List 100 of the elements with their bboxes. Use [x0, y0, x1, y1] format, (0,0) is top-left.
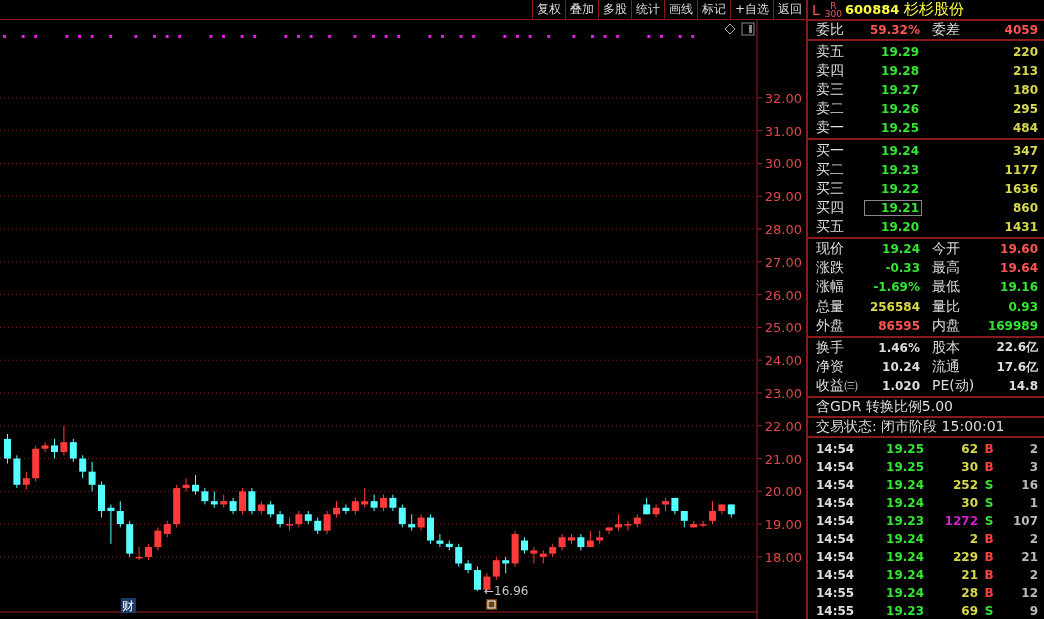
trade-volume: 62 [960, 442, 978, 457]
field-value: 59.32% [869, 23, 920, 37]
gdr-note: 含GDR 转换比例5.00 [816, 398, 953, 417]
candlestick [652, 503, 660, 519]
trade-time: 14:54 [816, 568, 856, 583]
finance-badge[interactable]: 财 [121, 598, 136, 613]
ask-volume: 295 [1011, 101, 1038, 116]
trade-side: B [983, 460, 995, 475]
trade-price: 19.24 [885, 532, 924, 547]
field-value: -0.33 [884, 261, 920, 276]
field-label: 内盘 [931, 317, 961, 336]
trade-volume: 252 [951, 478, 978, 493]
index-number: 300 [824, 9, 842, 18]
field-value: 4059 [1003, 23, 1038, 37]
bid-price[interactable]: 19.22 [864, 180, 922, 197]
ask-label: 卖一 [816, 118, 845, 137]
ask-price: 19.29 [880, 43, 920, 60]
price-axis-label: 30.00 [764, 156, 802, 172]
field-label: 现价 [816, 239, 845, 258]
field-label: 委比 [816, 21, 845, 39]
trade-side: B [983, 568, 995, 583]
trade-price: 19.24 [885, 568, 924, 583]
trade-time: 14:54 [816, 550, 856, 565]
trade-count: 3 [1028, 460, 1038, 475]
trade-time: 14:54 [816, 496, 856, 511]
field-label: 涨幅 [816, 278, 845, 297]
trade-price: 19.25 [885, 460, 924, 475]
trade-count: 16 [1020, 478, 1038, 493]
field-label: 今开 [931, 239, 961, 258]
trade-time: 14:54 [816, 460, 856, 475]
bid-volume: 1431 [1003, 219, 1038, 234]
trade-side: S [983, 604, 995, 619]
candlestick [323, 510, 331, 535]
ask-volume: 180 [1011, 82, 1038, 97]
market-label: L [812, 1, 820, 18]
field-value: 0.93 [1007, 299, 1038, 314]
field-value: 1.020 [881, 379, 920, 394]
candlestick [41, 441, 49, 453]
ask-label: 卖二 [816, 99, 845, 118]
bid-label: 买四 [816, 198, 845, 217]
trade-time: 14:55 [816, 586, 856, 601]
ask-price: 19.28 [880, 62, 920, 79]
field-value: 19.24 [881, 241, 920, 256]
event-icon[interactable] [486, 599, 497, 610]
trade-time: 14:54 [816, 532, 856, 547]
trade-count: 9 [1028, 604, 1038, 619]
bid-volume: 860 [1011, 200, 1038, 215]
bid-label: 买三 [816, 179, 845, 198]
ask-label: 卖三 [816, 80, 845, 99]
price-axis-label: 32.00 [764, 90, 802, 106]
candlestick [699, 520, 707, 528]
bid-price[interactable]: 19.24 [864, 142, 922, 159]
trade-volume: 21 [960, 568, 978, 583]
price-axis-label: 27.00 [764, 254, 802, 270]
candlestick [51, 438, 58, 460]
trade-side: B [983, 442, 995, 457]
trade-volume: 1272 [943, 514, 978, 529]
trade-count: 107 [1011, 514, 1038, 529]
trade-count: 2 [1028, 568, 1038, 583]
trade-count: 21 [1020, 550, 1038, 565]
bid-label: 买五 [816, 217, 845, 236]
ask-volume: 213 [1011, 63, 1038, 78]
price-axis-label: 24.00 [764, 353, 802, 369]
trade-volume: 30 [960, 460, 978, 475]
ask-price: 19.26 [880, 100, 920, 117]
field-label: 总量 [816, 297, 845, 316]
price-axis-label: 19.00 [764, 517, 802, 533]
field-value: 10.24 [881, 360, 920, 375]
stock-code: 600884 [845, 2, 900, 17]
stock-name: 杉杉股份 [904, 0, 965, 19]
diamond-icon[interactable] [724, 23, 736, 35]
panel-toggle-icon[interactable] [741, 22, 755, 36]
trade-volume: 28 [960, 586, 978, 601]
ask-volume: 484 [1011, 120, 1038, 135]
field-value: 169989 [986, 319, 1038, 334]
price-axis-label: 21.00 [764, 451, 802, 467]
candlestick [239, 487, 246, 515]
candlestick [530, 546, 538, 564]
candlestick [60, 425, 68, 456]
trade-count: 12 [1020, 586, 1038, 601]
candlestick [398, 503, 406, 528]
bid-price[interactable]: 19.20 [864, 218, 922, 235]
trade-side: S [983, 496, 995, 511]
bid-volume: 1636 [1003, 181, 1038, 196]
trade-time: 14:54 [816, 478, 856, 493]
bid-price[interactable]: 19.23 [864, 161, 922, 178]
trade-side: S [983, 514, 995, 529]
candlestick [427, 513, 434, 545]
candlestick [4, 433, 11, 464]
field-label: 外盘 [816, 317, 845, 336]
field-label: 最低 [931, 278, 961, 297]
trade-price: 19.23 [885, 514, 924, 529]
candlestick [709, 500, 716, 525]
trade-count: 2 [1028, 532, 1038, 547]
bid-price[interactable]: 19.21 [864, 199, 922, 216]
candlestick [192, 474, 199, 496]
ask-price: 19.25 [880, 119, 920, 136]
ask-label: 卖四 [816, 61, 845, 80]
trade-side: B [983, 586, 995, 601]
ask-price: 19.27 [880, 81, 920, 98]
